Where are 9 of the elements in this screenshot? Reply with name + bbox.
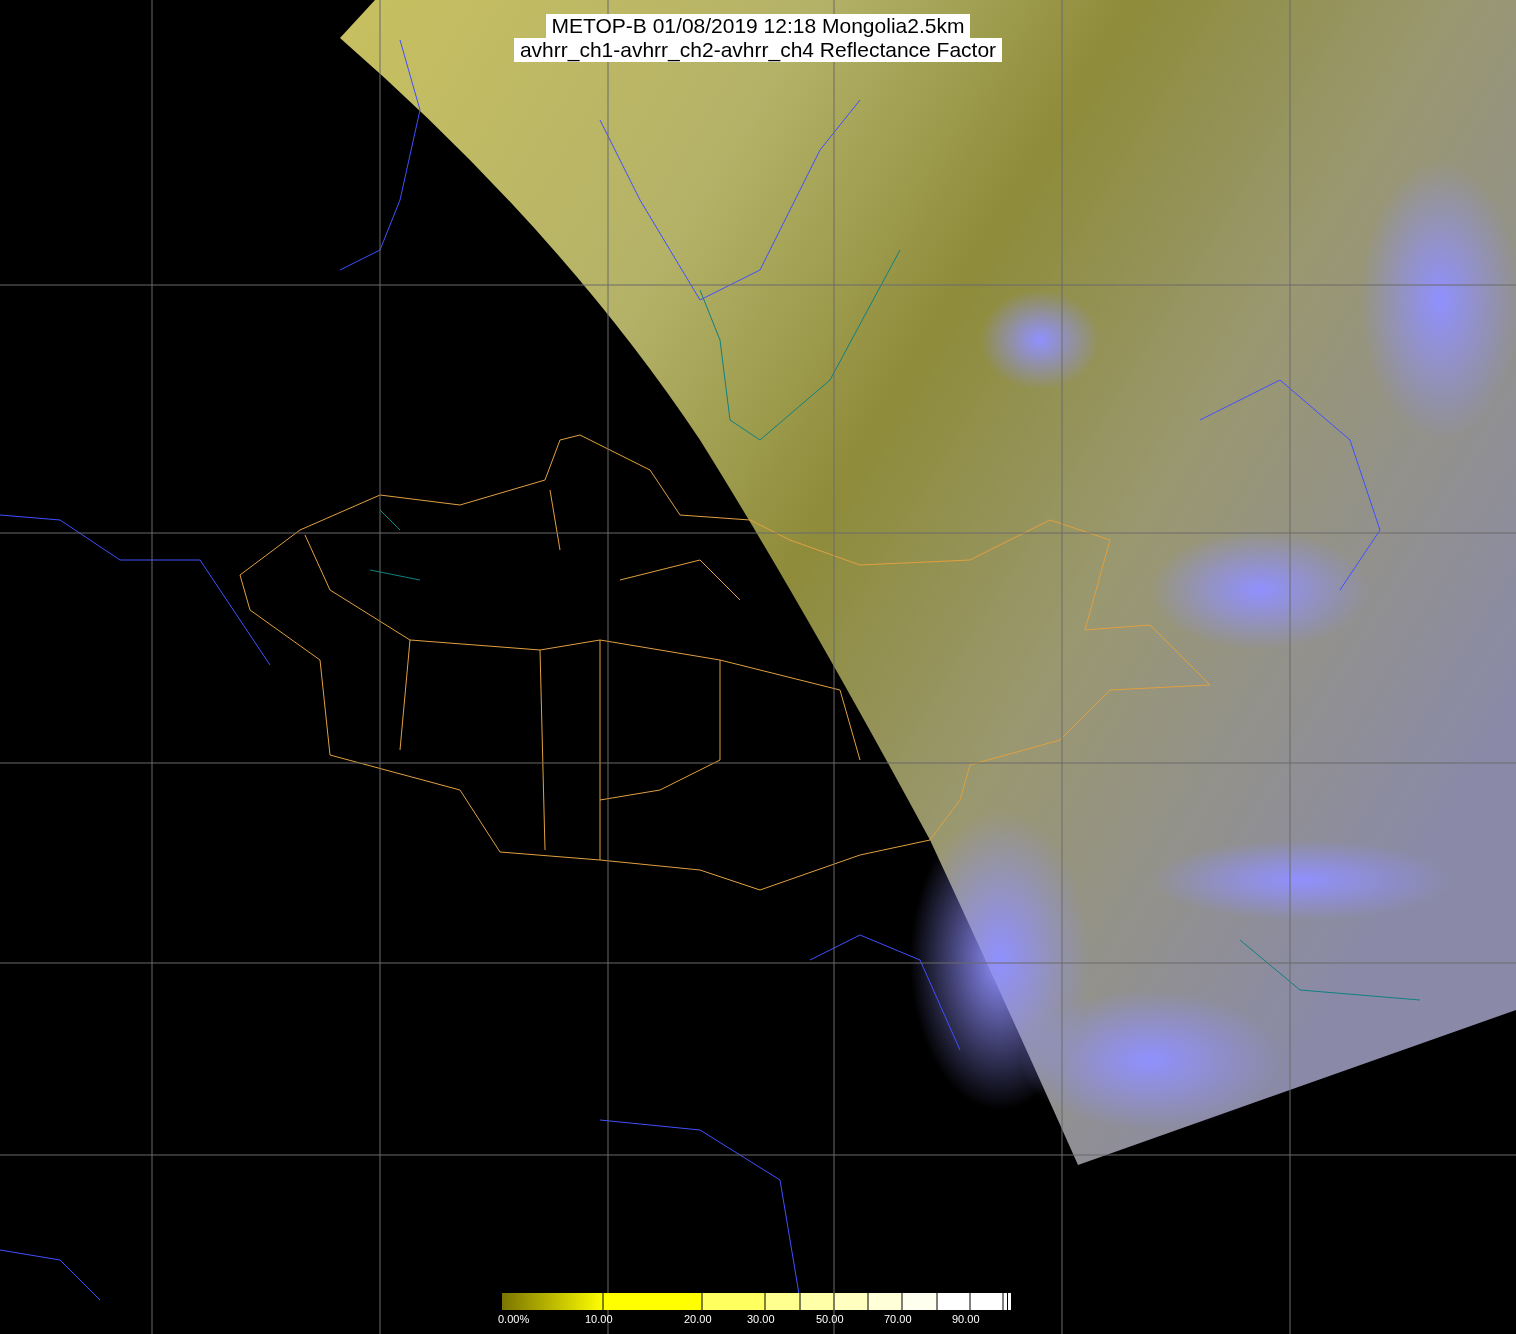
map-title: METOP-B 01/08/2019 12:18 Mongolia2.5km bbox=[545, 14, 971, 38]
map-subtitle: avhrr_ch1-avhrr_ch2-avhrr_ch4 Reflectance Factor bbox=[513, 38, 1003, 62]
colorbar-label: 90.00 bbox=[952, 1312, 980, 1326]
colorbar-label: 50.00 bbox=[816, 1312, 844, 1326]
colorbar-label: 70.00 bbox=[884, 1312, 912, 1326]
colorbar-label: 20.00 bbox=[684, 1312, 712, 1326]
colorbar-label: 0.00% bbox=[498, 1312, 530, 1326]
colorbar-label: 30.00 bbox=[747, 1312, 775, 1326]
colorbar-label: 10.00 bbox=[585, 1312, 613, 1326]
